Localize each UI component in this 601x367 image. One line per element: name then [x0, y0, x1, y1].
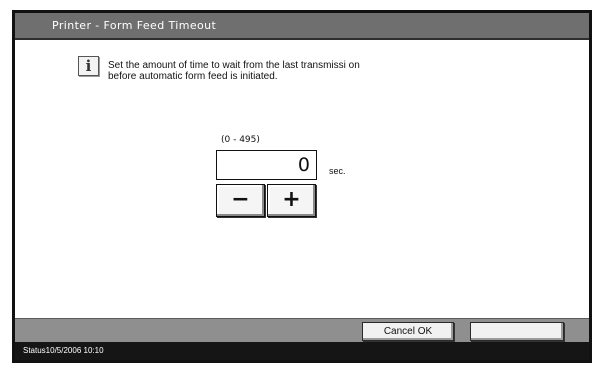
blank-button[interactable] [470, 322, 564, 341]
content-area: i Set the amount of time to wait from th… [15, 40, 589, 318]
info-message-line-1: Set the amount of time to wait from the … [108, 60, 360, 71]
decrement-button[interactable]: − [216, 184, 265, 217]
info-message: Set the amount of time to wait from the … [108, 60, 360, 82]
unit-label: sec. [329, 166, 346, 176]
cancel-ok-button[interactable]: Cancel OK [362, 322, 454, 341]
dialog-frame: Printer - Form Feed Timeout i Set the am… [12, 10, 592, 363]
status-text: Status10/5/2006 10:10 [23, 346, 104, 355]
timeout-value: 0 [297, 154, 310, 176]
title-bar: Printer - Form Feed Timeout [15, 13, 589, 40]
info-message-line-2: before automatic form feed is initiated. [108, 71, 278, 82]
increment-button[interactable]: + [267, 184, 316, 217]
timeout-value-field[interactable]: 0 [216, 150, 317, 180]
window-title: Printer - Form Feed Timeout [52, 19, 217, 32]
info-icon: i [78, 56, 99, 76]
footer-bar: Cancel OK [15, 318, 589, 342]
status-bar: Status10/5/2006 10:10 [15, 342, 589, 360]
range-label: (0 - 495) [221, 135, 260, 145]
